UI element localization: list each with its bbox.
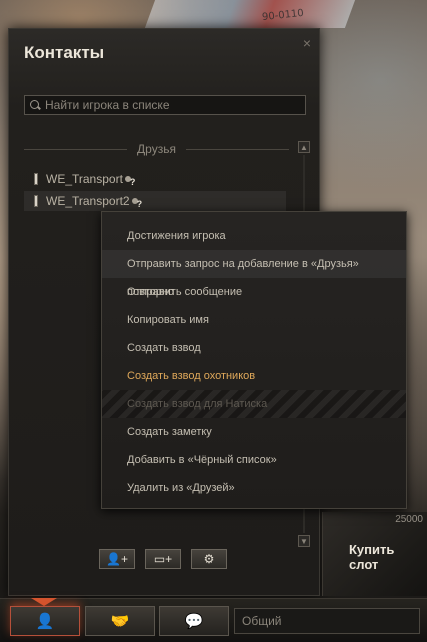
window-title: Контакты bbox=[24, 43, 105, 62]
menu-item-create-note[interactable]: Создать заметку bbox=[102, 418, 406, 446]
menu-item-add-to-blacklist[interactable]: Добавить в «Чёрный список» bbox=[102, 446, 406, 474]
divider bbox=[24, 148, 128, 150]
pending-user-icon: ? bbox=[131, 196, 144, 209]
settings-button[interactable]: ⚙ bbox=[191, 549, 227, 569]
scroll-up-icon[interactable]: ▲ bbox=[298, 141, 310, 153]
search-input[interactable] bbox=[42, 98, 302, 112]
menu-item-achievements[interactable]: Достижения игрока bbox=[102, 222, 406, 250]
buy-slot-panel[interactable]: 25000 Купить слот bbox=[322, 512, 427, 596]
background-boat bbox=[144, 0, 356, 28]
active-tab-marker bbox=[31, 598, 57, 606]
list-item[interactable]: WE_Transport2 ? bbox=[24, 191, 286, 211]
scroll-down-icon[interactable]: ▼ bbox=[298, 535, 310, 547]
menu-item-send-message[interactable]: Отправить сообщение bbox=[102, 278, 406, 306]
gear-icon: ⚙ bbox=[203, 552, 215, 566]
menu-item-resend-friend-request[interactable]: Отправить запрос на добавление в «Друзья… bbox=[102, 250, 406, 298]
menu-item-create-platoon[interactable]: Создать взвод bbox=[102, 334, 406, 362]
add-user-icon: 👤+ bbox=[106, 552, 128, 566]
chat-icon: 💬 bbox=[184, 613, 204, 630]
chat-button[interactable]: 💬 bbox=[159, 606, 229, 636]
group-label: Друзья bbox=[137, 142, 176, 156]
window-toolbar: 👤+ ▭+ ⚙ bbox=[99, 549, 227, 569]
divider bbox=[185, 148, 290, 150]
user-icon: 👤 bbox=[35, 613, 55, 630]
menu-item-copy-name[interactable]: Копировать имя bbox=[102, 306, 406, 334]
pending-user-icon: ? bbox=[124, 174, 137, 187]
menu-item-create-onslaught-platoon: Создать взвод для Натиска bbox=[102, 390, 406, 418]
slot-price: 25000 bbox=[395, 514, 423, 525]
search-icon bbox=[29, 99, 42, 112]
buy-slot-label: Купить слот bbox=[349, 542, 395, 572]
status-icon bbox=[34, 195, 38, 207]
menu-item-remove-friend[interactable]: Удалить из «Друзей» bbox=[102, 474, 406, 502]
chat-channel-field[interactable]: Общий bbox=[234, 608, 420, 634]
search-box[interactable] bbox=[24, 95, 306, 115]
menu-item-create-hunters-platoon[interactable]: Создать взвод охотников bbox=[102, 362, 406, 390]
close-icon[interactable]: × bbox=[303, 35, 311, 51]
contact-name: WE_Transport bbox=[46, 172, 123, 186]
contacts-button[interactable]: 👤 bbox=[10, 606, 80, 636]
list-item[interactable]: WE_Transport ? bbox=[24, 169, 286, 189]
clan-button[interactable]: 🤝 bbox=[85, 606, 155, 636]
group-header-friends[interactable]: Друзья bbox=[24, 141, 290, 157]
context-menu: Достижения игрока Отправить запрос на до… bbox=[101, 211, 407, 509]
add-user-button[interactable]: 👤+ bbox=[99, 549, 135, 569]
handshake-icon: 🤝 bbox=[110, 613, 130, 630]
add-folder-icon: ▭+ bbox=[153, 552, 173, 566]
status-icon bbox=[34, 173, 38, 185]
add-group-button[interactable]: ▭+ bbox=[145, 549, 181, 569]
contact-name: WE_Transport2 bbox=[46, 194, 130, 208]
